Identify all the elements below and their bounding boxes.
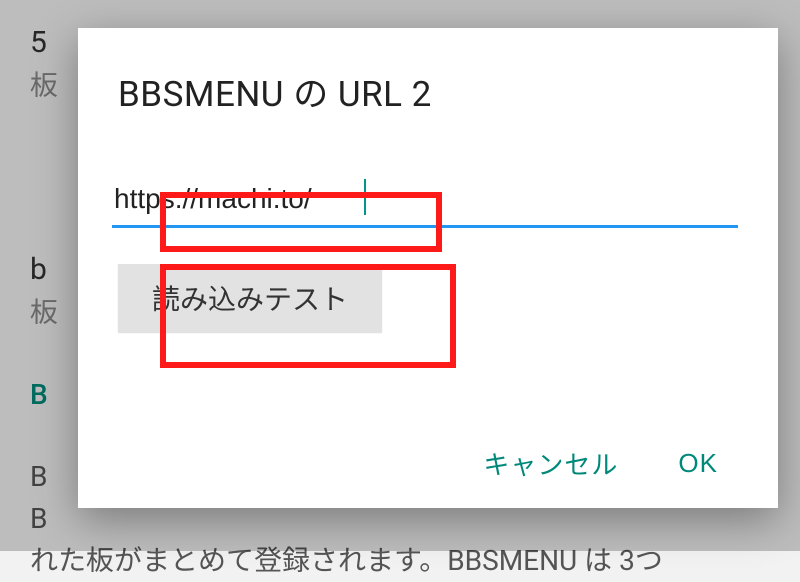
url-input[interactable] <box>112 179 738 228</box>
bbsmenu-url-dialog: BBSMENU の URL 2 読み込みテスト キャンセル OK <box>78 28 778 508</box>
dialog-title: BBSMENU の URL 2 <box>118 66 738 117</box>
url-field-wrap <box>112 179 738 228</box>
dialog-actions: キャンセル OK <box>118 445 738 488</box>
load-test-button[interactable]: 読み込みテスト <box>118 264 382 332</box>
ok-button[interactable]: OK <box>678 445 718 482</box>
text-cursor <box>364 179 366 215</box>
cancel-button[interactable]: キャンセル <box>483 445 618 482</box>
